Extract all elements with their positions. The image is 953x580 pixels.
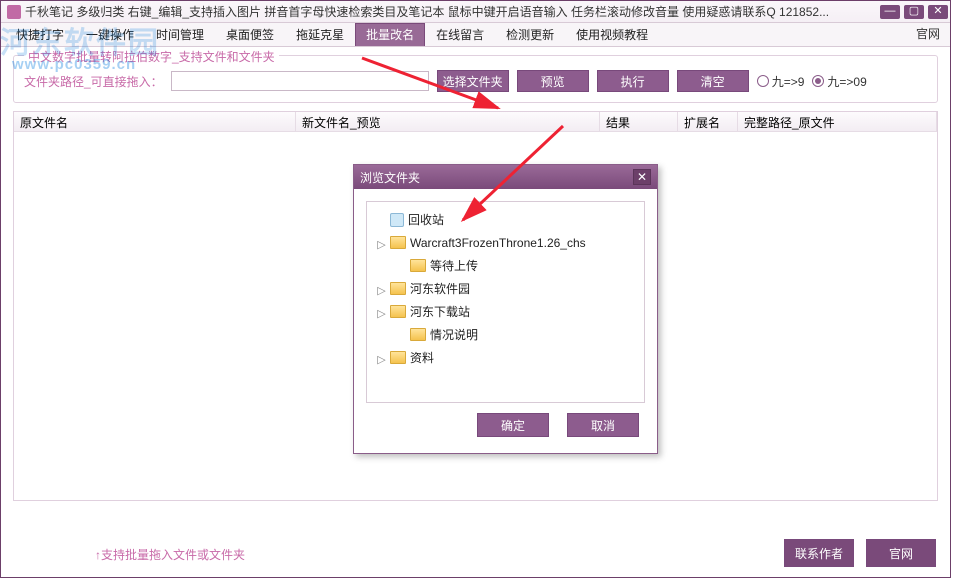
site-button[interactable]: 官网 <box>866 539 936 567</box>
radio-9[interactable]: 九=>9 <box>757 73 805 90</box>
tree-node[interactable]: 情况说明 <box>373 323 638 346</box>
list-header: 原文件名 新文件名_预览 结果 扩展名 完整路径_原文件 <box>14 112 937 132</box>
tree-label: 河东下载站 <box>410 303 470 320</box>
dialog-titlebar: 浏览文件夹 ✕ <box>354 165 657 189</box>
tree-label: 等待上传 <box>430 257 478 274</box>
recycle-bin-icon <box>390 213 404 227</box>
tree-node[interactable]: ▷ 资料 <box>373 346 638 369</box>
minimize-button[interactable]: — <box>880 5 900 19</box>
folder-icon <box>410 328 426 341</box>
dialog-title: 浏览文件夹 <box>360 169 420 186</box>
twist-icon[interactable]: ▷ <box>377 238 386 247</box>
path-label: 文件夹路径_可直接拖入： <box>24 73 163 90</box>
folder-tree[interactable]: 回收站 ▷Warcraft3FrozenThrone1.26_chs 等待上传 … <box>366 201 645 403</box>
tab-video[interactable]: 使用视频教程 <box>565 23 659 46</box>
tab-timemgr[interactable]: 时间管理 <box>145 23 215 46</box>
folder-icon <box>390 351 406 364</box>
tab-procrastinate[interactable]: 拖延克星 <box>285 23 355 46</box>
tree-node[interactable]: ▷ 河东下载站 <box>373 300 638 323</box>
group-legend: 中文数字批量转阿拉伯数字_支持文件和文件夹 <box>24 48 279 65</box>
col-result[interactable]: 结果 <box>600 112 678 131</box>
options-group: 中文数字批量转阿拉伯数字_支持文件和文件夹 文件夹路径_可直接拖入： 选择文件夹… <box>13 55 938 103</box>
twist-icon <box>397 261 406 270</box>
select-folder-button[interactable]: 选择文件夹 <box>437 70 509 92</box>
contact-button[interactable]: 联系作者 <box>784 539 854 567</box>
tree-label: 回收站 <box>408 211 444 228</box>
ok-button[interactable]: 确定 <box>477 413 549 437</box>
tree-label: 情况说明 <box>430 326 478 343</box>
radio-09[interactable]: 九=>09 <box>812 73 866 90</box>
radio-9-label: 九=>9 <box>772 73 805 90</box>
twist-icon[interactable]: ▷ <box>377 353 386 362</box>
browse-folder-dialog: 浏览文件夹 ✕ 回收站 ▷ Warcraft3FrozenThrone1.26_c… <box>353 164 658 454</box>
radio-09-label: 九=>09 <box>827 73 866 90</box>
twist-icon <box>377 215 386 224</box>
footer-buttons: 联系作者 官网 <box>784 539 936 567</box>
tree-node-recycle[interactable]: 回收站 <box>373 208 638 231</box>
twist-icon <box>397 330 406 339</box>
folder-icon <box>390 282 406 295</box>
tab-bar: 快捷打字 一键操作 时间管理 桌面便签 拖延克星 批量改名 在线留言 检测更新 … <box>1 23 950 47</box>
app-icon <box>7 5 21 19</box>
col-fullpath[interactable]: 完整路径_原文件 <box>738 112 937 131</box>
tree-node[interactable]: ▷ 河东软件园 <box>373 277 638 300</box>
col-new[interactable]: 新文件名_预览 <box>296 112 600 131</box>
tab-batchrename[interactable]: 批量改名 <box>355 23 425 46</box>
controls-row: 文件夹路径_可直接拖入： 选择文件夹 预览 执行 清空 九=>9 九=>09 <box>24 70 927 92</box>
app-window: 千秋笔记 多级归类 右键_编辑_支持插入图片 拼音首字母快速检索类目及笔记本 鼠… <box>0 0 951 578</box>
tab-sticky[interactable]: 桌面便签 <box>215 23 285 46</box>
col-ext[interactable]: 扩展名 <box>678 112 738 131</box>
dialog-body: 回收站 ▷Warcraft3FrozenThrone1.26_chs 等待上传 … <box>354 189 657 453</box>
official-link[interactable]: 官网 <box>916 23 940 46</box>
folder-icon <box>390 236 406 249</box>
twist-icon[interactable]: ▷ <box>377 284 386 293</box>
path-input[interactable] <box>171 71 429 91</box>
folder-icon <box>410 259 426 272</box>
tab-oneclick[interactable]: 一键操作 <box>75 23 145 46</box>
col-orig[interactable]: 原文件名 <box>14 112 296 131</box>
clear-button[interactable]: 清空 <box>677 70 749 92</box>
tab-quicktype[interactable]: 快捷打字 <box>5 23 75 46</box>
tab-guestbook[interactable]: 在线留言 <box>425 23 495 46</box>
preview-button[interactable]: 预览 <box>517 70 589 92</box>
twist-icon[interactable]: ▷ <box>377 307 386 316</box>
tree-node[interactable]: 等待上传 <box>373 254 638 277</box>
window-title: 千秋笔记 多级归类 右键_编辑_支持插入图片 拼音首字母快速检索类目及笔记本 鼠… <box>25 3 878 20</box>
tab-update[interactable]: 检测更新 <box>495 23 565 46</box>
dialog-close-button[interactable]: ✕ <box>633 169 651 185</box>
tree-node[interactable]: ▷ Warcraft3FrozenThrone1.26_chs <box>373 231 638 254</box>
cancel-button[interactable]: 取消 <box>567 413 639 437</box>
titlebar: 千秋笔记 多级归类 右键_编辑_支持插入图片 拼音首字母快速检索类目及笔记本 鼠… <box>1 1 950 23</box>
drag-hint: ↑支持批量拖入文件或文件夹 <box>95 546 245 563</box>
maximize-button[interactable]: ▢ <box>904 5 924 19</box>
run-button[interactable]: 执行 <box>597 70 669 92</box>
tree-label: Warcraft3FrozenThrone1.26_chs <box>410 236 586 250</box>
folder-icon <box>390 305 406 318</box>
dialog-buttons: 确定 取消 <box>366 403 645 441</box>
tree-label: 河东软件园 <box>410 280 470 297</box>
close-button[interactable]: ✕ <box>928 5 948 19</box>
tree-label: 资料 <box>410 349 434 366</box>
